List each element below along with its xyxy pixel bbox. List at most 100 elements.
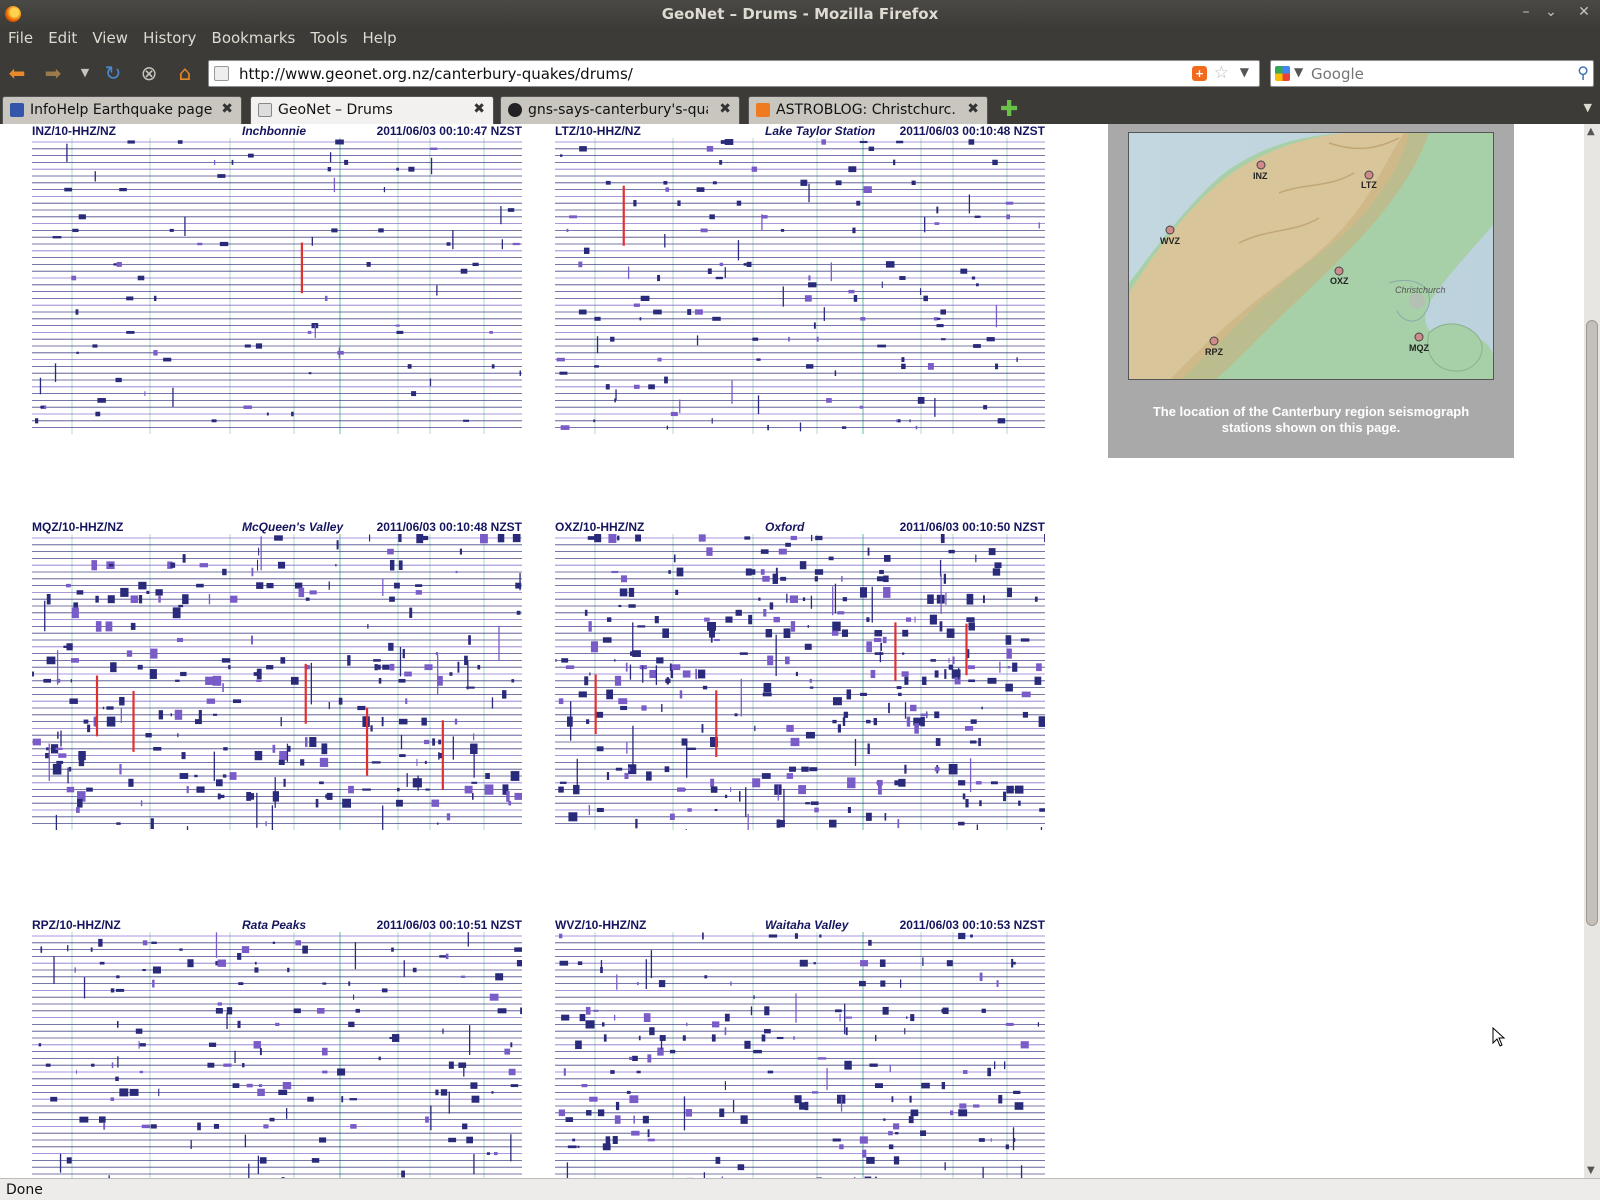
url-dropdown-icon[interactable]: ▼ bbox=[1240, 65, 1249, 79]
seismogram-plot bbox=[32, 138, 522, 434]
station-map-panel: INZ LTZ WVZ OXZ RPZ MQZ Christchurch The… bbox=[1108, 124, 1514, 458]
geonet-favicon-icon bbox=[258, 103, 272, 117]
station-label-ltz: LTZ bbox=[1361, 180, 1377, 190]
drum-station-code: INZ/10-HHZ/NZ bbox=[32, 124, 116, 138]
history-dropdown-icon[interactable]: ▼ bbox=[72, 61, 98, 85]
blogger-favicon-icon bbox=[756, 103, 770, 117]
drum-station-name: Lake Taylor Station bbox=[765, 124, 876, 138]
tab-list-dropdown-icon[interactable]: ▼ bbox=[1584, 101, 1592, 114]
infohelp-favicon-icon bbox=[10, 103, 24, 117]
tab-close-icon[interactable]: ✖ bbox=[967, 101, 979, 117]
drum-station-code: WVZ/10-HHZ/NZ bbox=[555, 918, 647, 932]
engine-dropdown-icon[interactable]: ▼ bbox=[1294, 65, 1303, 79]
seismogram-plot bbox=[32, 534, 522, 830]
station-map: INZ LTZ WVZ OXZ RPZ MQZ Christchurch bbox=[1128, 132, 1494, 380]
drum-timestamp: 2011/06/03 00:10:53 NZST bbox=[899, 918, 1045, 932]
reload-icon[interactable]: ↻ bbox=[100, 61, 126, 85]
rss-feed-icon[interactable]: + bbox=[1192, 66, 1207, 81]
seismogram-plot bbox=[555, 138, 1045, 434]
christchurch-city-marker bbox=[1409, 293, 1425, 309]
browser-window: GeoNet – Drums - Mozilla Firefox – ⌄ ✕ F… bbox=[0, 0, 1600, 1200]
navigation-toolbar: ⬅ ➡ ▼ ↻ ⊗ ⌂ http://www.geonet.org.nz/can… bbox=[0, 53, 1600, 93]
drum-timestamp: 2011/06/03 00:10:48 NZST bbox=[376, 520, 522, 534]
drum-station-name: Rata Peaks bbox=[242, 918, 307, 932]
canterbury-map-svg: INZ LTZ WVZ OXZ RPZ MQZ Christchurch bbox=[1129, 133, 1493, 379]
menu-view[interactable]: View bbox=[90, 29, 130, 47]
station-label-rpz: RPZ bbox=[1205, 347, 1224, 357]
menu-help[interactable]: Help bbox=[360, 29, 398, 47]
drum-mqz: MQZ/10-HHZ/NZ McQueen's Valley 2011/06/0… bbox=[32, 520, 522, 830]
minimize-icon[interactable]: – bbox=[1516, 4, 1536, 22]
drum-timestamp: 2011/06/03 00:10:50 NZST bbox=[899, 520, 1045, 534]
google-engine-icon[interactable] bbox=[1275, 66, 1290, 81]
scrollbar-thumb[interactable] bbox=[1586, 320, 1598, 926]
page-content: INZ/10-HHZ/NZ Inchbonnie 2011/06/03 00:1… bbox=[0, 124, 1584, 1178]
status-text: Done bbox=[6, 1182, 43, 1198]
tab-close-icon[interactable]: ✖ bbox=[221, 101, 233, 117]
seismogram-plot bbox=[555, 932, 1045, 1178]
station-label-oxz: OXZ bbox=[1330, 276, 1349, 286]
tab-label: gns-says-canterbury's-qua... bbox=[528, 102, 708, 118]
close-window-icon[interactable]: ✕ bbox=[1574, 4, 1594, 22]
back-arrow-icon[interactable]: ⬅ bbox=[4, 61, 30, 85]
url-bar[interactable]: http://www.geonet.org.nz/canterbury-quak… bbox=[208, 60, 1260, 87]
drum-timestamp: 2011/06/03 00:10:48 NZST bbox=[899, 124, 1045, 138]
scroll-up-arrow-icon[interactable]: ▲ bbox=[1587, 126, 1595, 137]
drum-station-name: McQueen's Valley bbox=[242, 520, 344, 534]
drum-oxz: OXZ/10-HHZ/NZ Oxford 2011/06/03 00:10:50… bbox=[555, 520, 1045, 830]
menu-edit[interactable]: Edit bbox=[46, 29, 79, 47]
search-input[interactable] bbox=[1311, 64, 1561, 84]
vertical-scrollbar[interactable]: ▲ ▼ bbox=[1584, 124, 1600, 1178]
menu-tools[interactable]: Tools bbox=[308, 29, 349, 47]
drum-station-code: RPZ/10-HHZ/NZ bbox=[32, 918, 121, 932]
forward-arrow-icon[interactable]: ➡ bbox=[40, 61, 66, 85]
search-bar[interactable]: ▼ ⚲ bbox=[1270, 60, 1594, 87]
station-label-mqz: MQZ bbox=[1409, 343, 1429, 353]
tab-bar: InfoHelp Earthquake page ✖ GeoNet – Drum… bbox=[0, 93, 1600, 124]
station-marker-wvz bbox=[1165, 225, 1175, 235]
city-label-christchurch: Christchurch bbox=[1395, 285, 1446, 295]
stop-icon[interactable]: ⊗ bbox=[136, 61, 162, 85]
tab-label: ASTROBLOG: Christchurc... bbox=[776, 102, 956, 118]
scroll-down-arrow-icon[interactable]: ▼ bbox=[1587, 1165, 1595, 1176]
home-icon[interactable]: ⌂ bbox=[172, 61, 198, 85]
station-marker-mqz bbox=[1414, 332, 1424, 342]
tab-gns-says[interactable]: gns-says-canterbury's-qua... ✖ bbox=[500, 96, 740, 124]
tab-close-icon[interactable]: ✖ bbox=[719, 101, 731, 117]
station-marker-rpz bbox=[1209, 336, 1219, 346]
site-identity-icon[interactable] bbox=[214, 66, 229, 81]
maximize-icon[interactable]: ⌄ bbox=[1541, 4, 1561, 22]
drum-wvz: WVZ/10-HHZ/NZ Waitaha Valley 2011/06/03 … bbox=[555, 918, 1045, 1178]
search-magnifier-icon[interactable]: ⚲ bbox=[1577, 63, 1589, 82]
station-marker-inz bbox=[1256, 160, 1266, 170]
status-bar: Done bbox=[0, 1178, 1600, 1200]
menu-bar: File Edit View History Bookmarks Tools H… bbox=[0, 28, 1600, 53]
drum-inz: INZ/10-HHZ/NZ Inchbonnie 2011/06/03 00:1… bbox=[32, 124, 522, 434]
drum-timestamp: 2011/06/03 00:10:47 NZST bbox=[376, 124, 522, 138]
drum-station-code: MQZ/10-HHZ/NZ bbox=[32, 520, 124, 534]
drum-station-code: OXZ/10-HHZ/NZ bbox=[555, 520, 645, 534]
station-label-wvz: WVZ bbox=[1160, 236, 1180, 246]
drum-station-name: Waitaha Valley bbox=[765, 918, 849, 932]
tab-infohelp[interactable]: InfoHelp Earthquake page ✖ bbox=[2, 96, 242, 124]
tab-astroblog[interactable]: ASTROBLOG: Christchurc... ✖ bbox=[748, 96, 988, 124]
bookmark-star-icon[interactable]: ☆ bbox=[1214, 63, 1229, 83]
tab-close-icon[interactable]: ✖ bbox=[473, 101, 485, 117]
menu-history[interactable]: History bbox=[141, 29, 198, 47]
menu-file[interactable]: File bbox=[6, 29, 35, 47]
drum-station-code: LTZ/10-HHZ/NZ bbox=[555, 124, 641, 138]
drum-ltz: LTZ/10-HHZ/NZ Lake Taylor Station 2011/0… bbox=[555, 124, 1045, 434]
url-text[interactable]: http://www.geonet.org.nz/canterbury-quak… bbox=[239, 65, 633, 83]
station-marker-ltz bbox=[1364, 170, 1374, 180]
seismogram-plot bbox=[32, 932, 522, 1178]
station-marker-oxz bbox=[1334, 266, 1344, 276]
new-tab-plus-icon[interactable]: ✚ bbox=[1000, 97, 1018, 122]
drum-timestamp: 2011/06/03 00:10:51 NZST bbox=[376, 918, 522, 932]
menu-bookmarks[interactable]: Bookmarks bbox=[210, 29, 298, 47]
gns-favicon-icon bbox=[508, 103, 522, 117]
title-bar: GeoNet – Drums - Mozilla Firefox – ⌄ ✕ bbox=[0, 0, 1600, 28]
mouse-pointer-icon bbox=[1492, 1027, 1506, 1047]
map-caption: The location of the Canterbury region se… bbox=[1152, 404, 1470, 435]
tab-geonet-drums[interactable]: GeoNet – Drums ✖ bbox=[250, 96, 494, 124]
drum-station-name: Inchbonnie bbox=[242, 124, 306, 138]
